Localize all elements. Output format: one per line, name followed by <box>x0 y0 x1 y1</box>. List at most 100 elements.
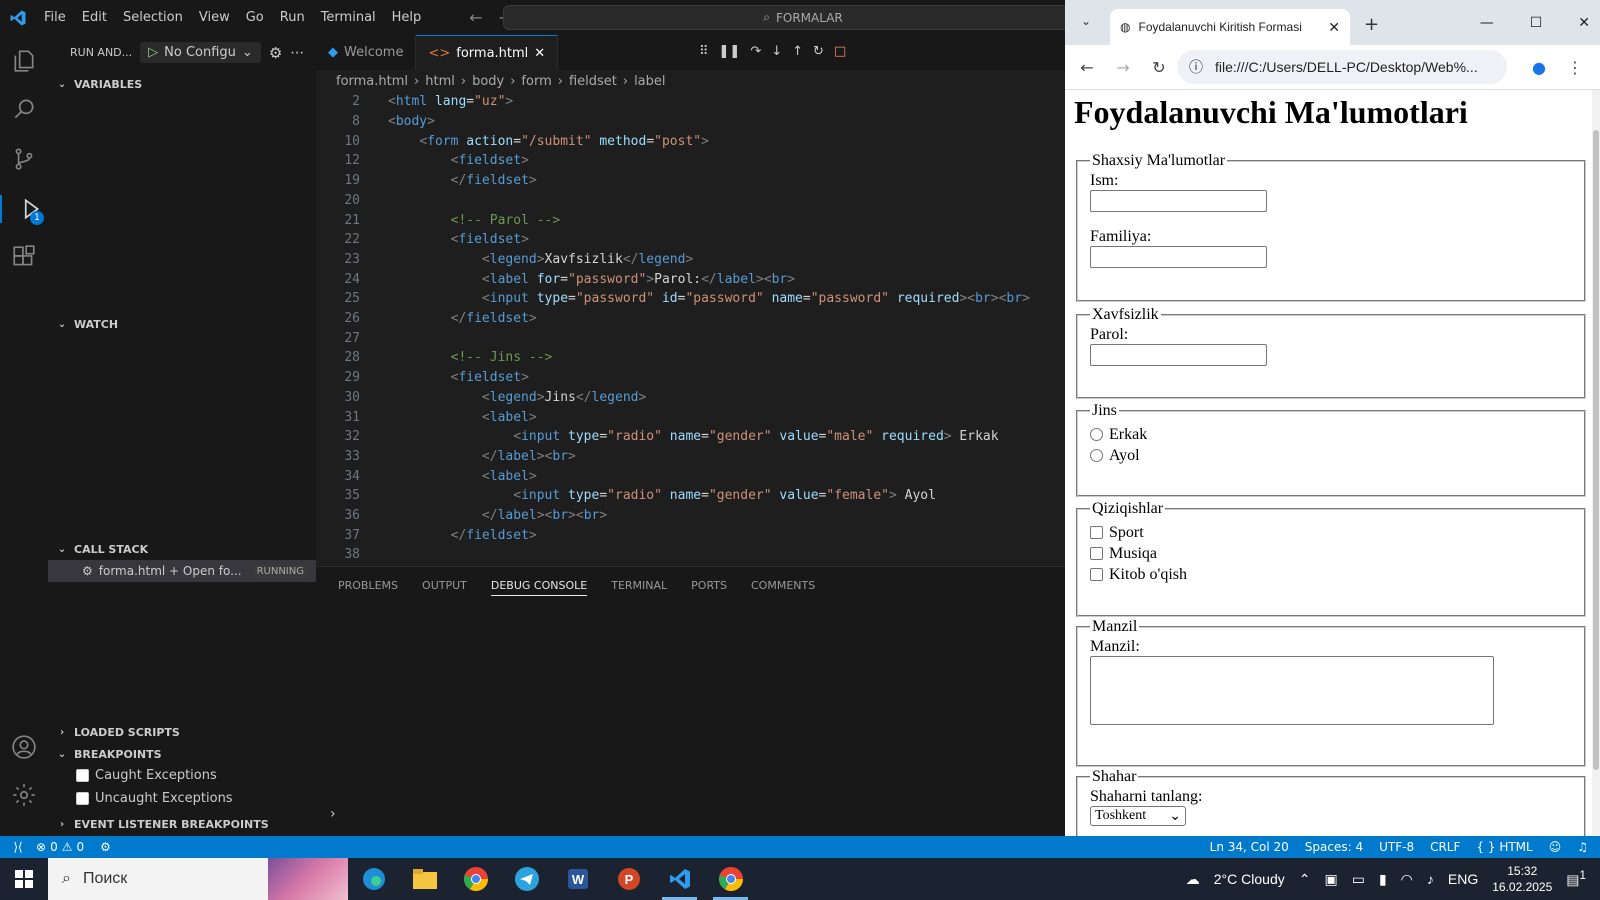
menu-dots-icon[interactable]: ⋮ <box>1557 58 1593 77</box>
breadcrumb-item[interactable]: body <box>472 74 504 89</box>
code-line[interactable]: 34 <label> <box>316 466 1065 486</box>
radio-button[interactable] <box>1090 449 1103 462</box>
code-line[interactable]: 23 <legend>Xavfsizlik</legend> <box>316 250 1065 270</box>
start-debugging-button[interactable]: ▷ No Configu ⌄ <box>140 42 261 63</box>
command-center[interactable]: ⌕ FORMALAR <box>503 5 1103 30</box>
display-icon[interactable]: ▭ <box>1352 871 1365 888</box>
step-over-icon[interactable]: ↷ <box>750 44 761 59</box>
cursor-position[interactable]: Ln 34, Col 20 <box>1210 840 1289 854</box>
code-line[interactable]: 20 <box>316 191 1065 211</box>
tab-debug-console[interactable]: DEBUG CONSOLE <box>490 579 588 596</box>
name-input[interactable] <box>1090 190 1267 212</box>
indentation[interactable]: Spaces: 4 <box>1305 840 1363 854</box>
checkbox-sport[interactable]: Sport <box>1090 522 1572 543</box>
chrome-active-icon[interactable] <box>705 858 756 900</box>
breakpoints-section[interactable]: ⌄ BREAKPOINTS <box>48 743 316 765</box>
weather-text[interactable]: 2°C Cloudy <box>1214 871 1285 887</box>
loaded-scripts-section[interactable]: › LOADED SCRIPTS <box>48 721 316 743</box>
config-select[interactable]: No Configu <box>164 45 236 60</box>
chevron-up-icon[interactable]: ⌃ <box>1299 871 1311 888</box>
code-line[interactable]: 21 <!-- Parol --> <box>316 210 1065 230</box>
browser-tab[interactable]: ◍ Foydalanuvchi Kiritish Formasi ✕ <box>1110 9 1350 45</box>
code-editor[interactable]: 2 <html lang="uz"> 8 <body> 10 <form action=… <box>316 92 1065 566</box>
new-tab-icon[interactable]: + <box>1364 14 1379 35</box>
code-line[interactable]: 33 </label><br> <box>316 447 1065 467</box>
page-scrollbar[interactable] <box>1592 90 1600 836</box>
code-line[interactable]: 38 <box>316 545 1065 565</box>
watch-section[interactable]: ⌄ WATCH <box>48 313 316 335</box>
checkbox[interactable] <box>1090 547 1103 560</box>
scroll-thumb[interactable] <box>1593 130 1599 770</box>
menu-terminal[interactable]: Terminal <box>313 10 384 25</box>
checkbox[interactable] <box>76 769 89 782</box>
close-icon[interactable]: ✕ <box>534 46 545 61</box>
checkbox[interactable] <box>1090 568 1103 581</box>
breadcrumb-item[interactable]: label <box>634 74 665 89</box>
restart-icon[interactable]: ↻ <box>813 44 824 59</box>
radio-erkak[interactable]: Erkak <box>1090 424 1572 445</box>
vscode-taskbar-icon[interactable] <box>654 858 705 900</box>
code-line[interactable]: 30 <legend>Jins</legend> <box>316 388 1065 408</box>
checkbox-kitob[interactable]: Kitob o'qish <box>1090 564 1572 585</box>
step-into-icon[interactable]: ↓ <box>771 44 782 59</box>
password-input[interactable] <box>1090 344 1267 366</box>
copilot-icon[interactable]: ☺ <box>1549 840 1562 854</box>
taskbar-search[interactable]: ⌕ Поиск <box>48 858 348 900</box>
code-line[interactable]: 29 <fieldset> <box>316 368 1065 388</box>
step-out-icon[interactable]: ↑ <box>792 44 803 59</box>
nav-back-icon[interactable]: ← <box>469 8 482 27</box>
code-line[interactable]: 31 <label> <box>316 407 1065 427</box>
checkbox-musiqa[interactable]: Musiqa <box>1090 543 1572 564</box>
address-bar[interactable]: ⓘ file:///C:/Users/DELL-PC/Desktop/Web%.… <box>1177 50 1507 84</box>
settings-gear-icon[interactable]: ⚙ <box>269 44 282 62</box>
tab-forma-html[interactable]: <> forma.html ✕ <box>416 35 559 70</box>
call-stack-section[interactable]: ⌄ CALL STACK <box>48 538 316 560</box>
encoding[interactable]: UTF-8 <box>1379 840 1414 854</box>
forward-icon[interactable]: → <box>1105 58 1141 77</box>
debug-status-icon[interactable]: ⚙ <box>100 840 111 854</box>
source-control-icon[interactable] <box>10 145 38 173</box>
code-line[interactable]: 27 <box>316 328 1065 348</box>
minimize-icon[interactable]: — <box>1480 15 1494 31</box>
meet-icon[interactable]: ▣ <box>1324 871 1337 888</box>
menu-edit[interactable]: Edit <box>74 10 115 25</box>
code-line[interactable]: 37 </fieldset> <box>316 525 1065 545</box>
pause-icon[interactable]: ❚❚ <box>719 44 741 59</box>
word-icon[interactable]: W <box>552 858 603 900</box>
tab-comments[interactable]: COMMENTS <box>751 579 815 596</box>
menu-file[interactable]: File <box>36 10 74 25</box>
clock[interactable]: 15:32 16.02.2025 <box>1492 863 1552 895</box>
code-line[interactable]: 24 <label for="password">Parol:</label><… <box>316 269 1065 289</box>
menu-run[interactable]: Run <box>272 10 313 25</box>
close-icon[interactable]: ✕ <box>1328 19 1340 36</box>
more-actions-icon[interactable]: ⋯ <box>290 45 304 61</box>
breakpoint-caught[interactable]: Caught Exceptions <box>76 768 217 783</box>
gear-icon[interactable] <box>10 781 38 809</box>
chrome-icon[interactable] <box>450 858 501 900</box>
telegram-icon[interactable] <box>501 858 552 900</box>
breadcrumb-item[interactable]: html <box>425 74 455 89</box>
address-textarea[interactable] <box>1090 656 1494 725</box>
profile-icon[interactable]: ● <box>1521 58 1557 77</box>
explorer-icon[interactable] <box>10 47 38 75</box>
tab-terminal[interactable]: TERMINAL <box>611 579 667 596</box>
file-explorer-icon[interactable] <box>399 858 450 900</box>
checkbox[interactable] <box>76 792 89 805</box>
code-line[interactable]: 35 <input type="radio" name="gender" val… <box>316 486 1065 506</box>
problems-indicator[interactable]: ⊗ 0 ⚠ 0 <box>36 840 84 854</box>
tab-search-icon[interactable]: ⌄ <box>1081 14 1091 28</box>
tab-output[interactable]: OUTPUT <box>422 579 467 596</box>
code-line[interactable]: 2 <html lang="uz"> <box>316 92 1065 112</box>
reload-icon[interactable]: ↻ <box>1141 58 1177 77</box>
code-line[interactable]: 32 <input type="radio" name="gender" val… <box>316 427 1065 447</box>
checkbox[interactable] <box>1090 526 1103 539</box>
code-line[interactable]: 10 <form action="/submit" method="post"> <box>316 131 1065 151</box>
code-line[interactable]: 25 <input type="password" id="password" … <box>316 289 1065 309</box>
remote-icon[interactable]: ⟩⟨ <box>0 840 36 854</box>
powerpoint-icon[interactable]: P <box>603 858 654 900</box>
code-line[interactable]: 19 </fieldset> <box>316 171 1065 191</box>
volume-icon[interactable]: ♪ <box>1427 871 1434 887</box>
code-line[interactable]: 12 <fieldset> <box>316 151 1065 171</box>
code-line[interactable]: 8 <body> <box>316 112 1065 132</box>
maximize-icon[interactable]: ☐ <box>1530 15 1543 31</box>
